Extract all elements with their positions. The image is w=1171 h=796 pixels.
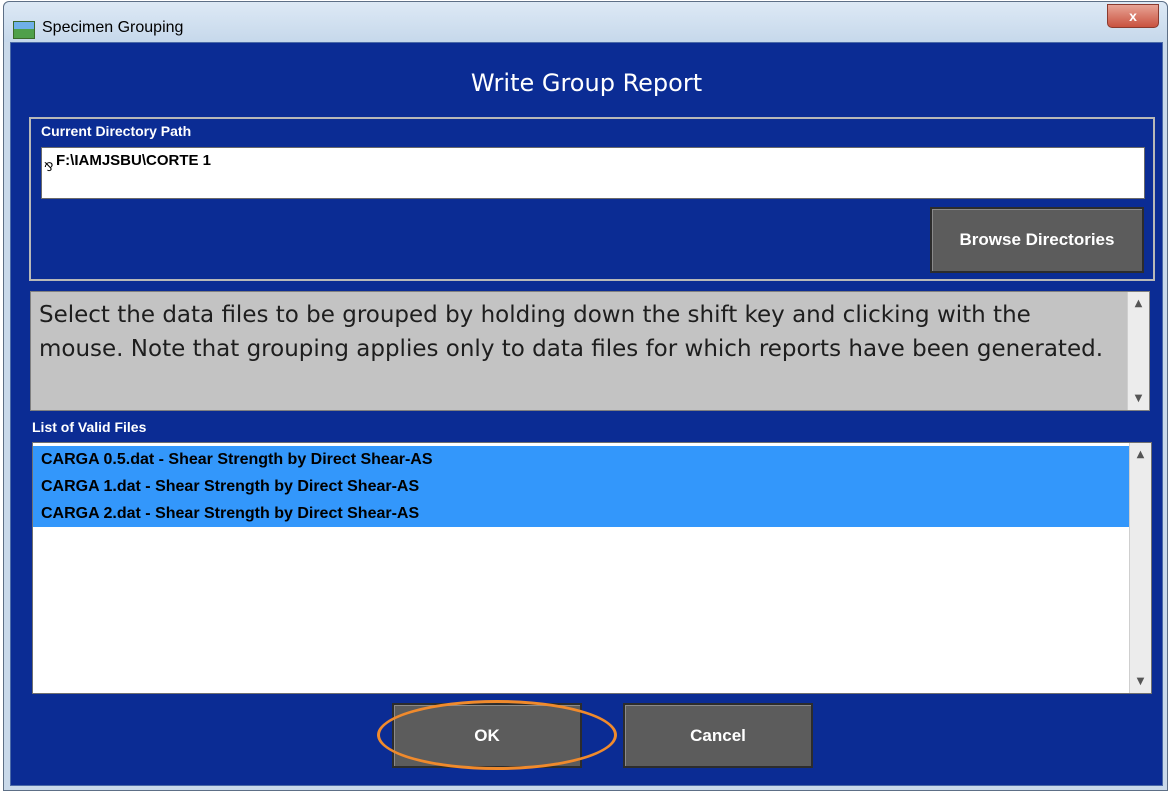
valid-files-list[interactable]: CARGA 0.5.dat - Shear Strength by Direct… [32, 442, 1152, 694]
title-bar[interactable]: Specimen Grouping x [4, 2, 1167, 42]
instruction-text: Select the data files to be grouped by h… [39, 302, 1104, 362]
scroll-down-icon[interactable]: ▼ [1130, 676, 1151, 687]
list-item[interactable]: CARGA 2.dat - Shear Strength by Direct S… [33, 500, 1130, 527]
directory-path-value: F:\IAMJSBU\CORTE 1 [56, 152, 212, 169]
close-button[interactable]: x [1107, 4, 1159, 28]
list-item[interactable]: CARGA 0.5.dat - Shear Strength by Direct… [33, 446, 1130, 473]
window-title: Specimen Grouping [42, 19, 184, 36]
valid-files-label: List of Valid Files [32, 419, 147, 435]
directory-frame: Current Directory Path ⅋ F:\IAMJSBU\CORT… [29, 117, 1155, 281]
scroll-down-icon[interactable]: ▼ [1128, 393, 1149, 404]
ok-highlight-annotation [377, 700, 617, 770]
dialog-body: Write Group Report Current Directory Pat… [10, 42, 1163, 786]
cancel-button[interactable]: Cancel [623, 703, 813, 768]
instruction-scrollbar[interactable]: ▲ ▼ [1127, 292, 1149, 410]
directory-path-field[interactable]: ⅋ F:\IAMJSBU\CORTE 1 [41, 147, 1145, 199]
directory-label: Current Directory Path [41, 123, 192, 139]
list-item[interactable]: CARGA 1.dat - Shear Strength by Direct S… [33, 473, 1130, 500]
instruction-textbox[interactable]: Select the data files to be grouped by h… [30, 291, 1150, 411]
app-icon [13, 21, 35, 39]
dialog-heading: Write Group Report [470, 69, 703, 97]
folder-tree-icon: ⅋ [44, 160, 54, 174]
scroll-up-icon[interactable]: ▲ [1130, 449, 1151, 460]
browse-directories-button[interactable]: Browse Directories [930, 207, 1144, 273]
files-scrollbar[interactable]: ▲ ▼ [1129, 443, 1151, 693]
scroll-up-icon[interactable]: ▲ [1128, 298, 1149, 309]
specimen-grouping-window: Specimen Grouping x Write Group Report C… [3, 1, 1168, 791]
